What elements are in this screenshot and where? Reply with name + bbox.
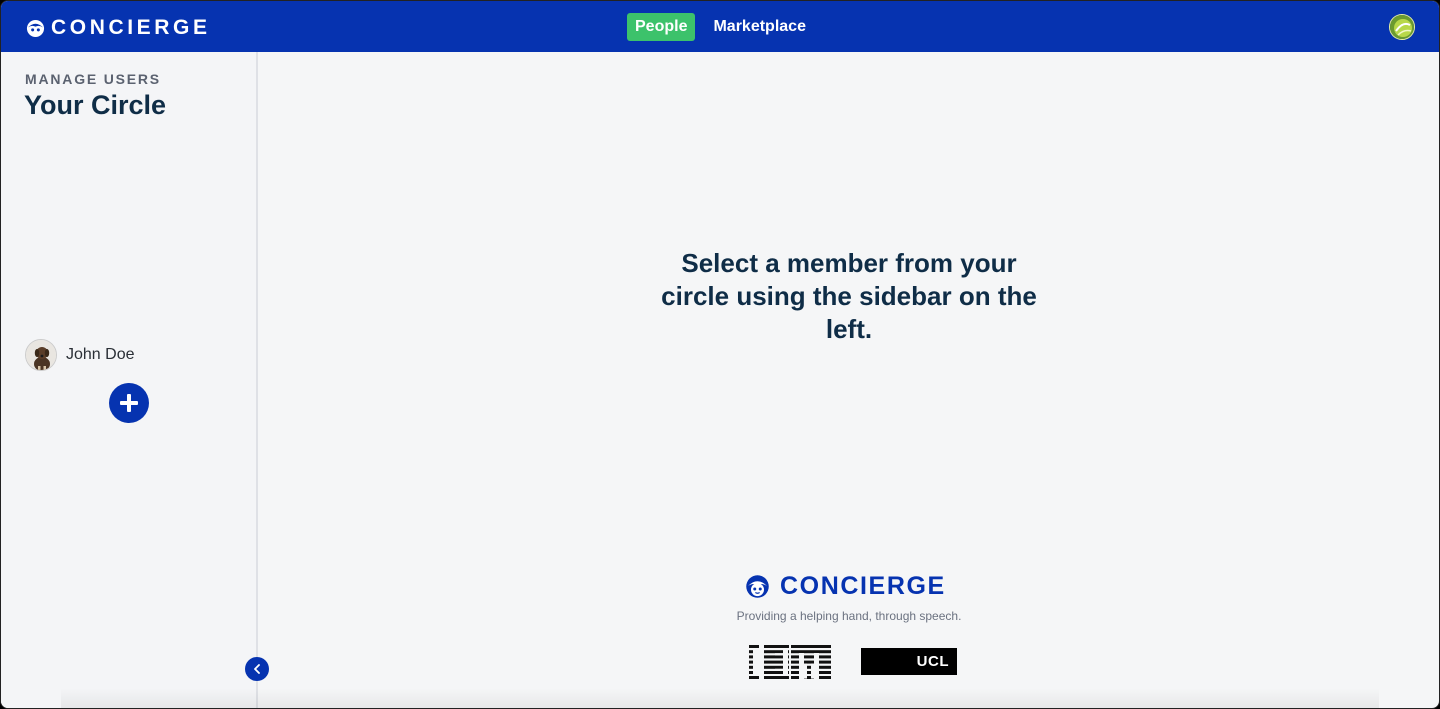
nav-tab-people[interactable]: People — [627, 13, 696, 41]
footer-brand: CONCIERGE — [745, 572, 946, 601]
footer-brand-name: CONCIERGE — [780, 572, 946, 600]
brand-logo[interactable]: CONCIERGE — [26, 16, 211, 40]
app-window: CONCIERGE People Marketplace MANAGE USER… — [0, 0, 1440, 709]
user-avatar-icon[interactable] — [1389, 14, 1415, 40]
bottom-shadow — [61, 688, 1379, 708]
empty-state-message: Select a member from your circle using t… — [661, 248, 1037, 344]
ibm-logo-mark — [747, 645, 831, 679]
chevron-left-icon — [254, 664, 260, 674]
concierge-face-icon — [746, 575, 769, 598]
plus-icon — [120, 394, 138, 412]
member-name: John Doe — [66, 346, 135, 363]
top-navigation-bar: CONCIERGE People Marketplace — [1, 1, 1439, 52]
ibm-logo — [747, 645, 831, 684]
main-nav: People Marketplace — [627, 13, 806, 41]
sidebar: MANAGE USERS Your Circle John Doe — [1, 52, 258, 708]
puppy-photo — [26, 340, 56, 370]
concierge-face-icon — [26, 19, 45, 37]
collapse-sidebar-button[interactable] — [245, 657, 269, 681]
avatar-image — [1390, 15, 1414, 39]
sidebar-title: Your Circle — [24, 90, 167, 120]
circle-member-item[interactable]: John Doe — [25, 339, 135, 371]
member-avatar — [25, 339, 57, 371]
ucl-logo-text: UCL — [916, 653, 949, 670]
tagline: Providing a helping hand, through speech… — [736, 609, 962, 623]
brand-name: CONCIERGE — [51, 16, 211, 39]
sidebar-kicker: MANAGE USERS — [25, 71, 161, 87]
nav-tab-marketplace[interactable]: Marketplace — [713, 18, 806, 36]
add-member-button[interactable] — [109, 383, 149, 423]
ucl-logo: UCL — [861, 648, 957, 675]
